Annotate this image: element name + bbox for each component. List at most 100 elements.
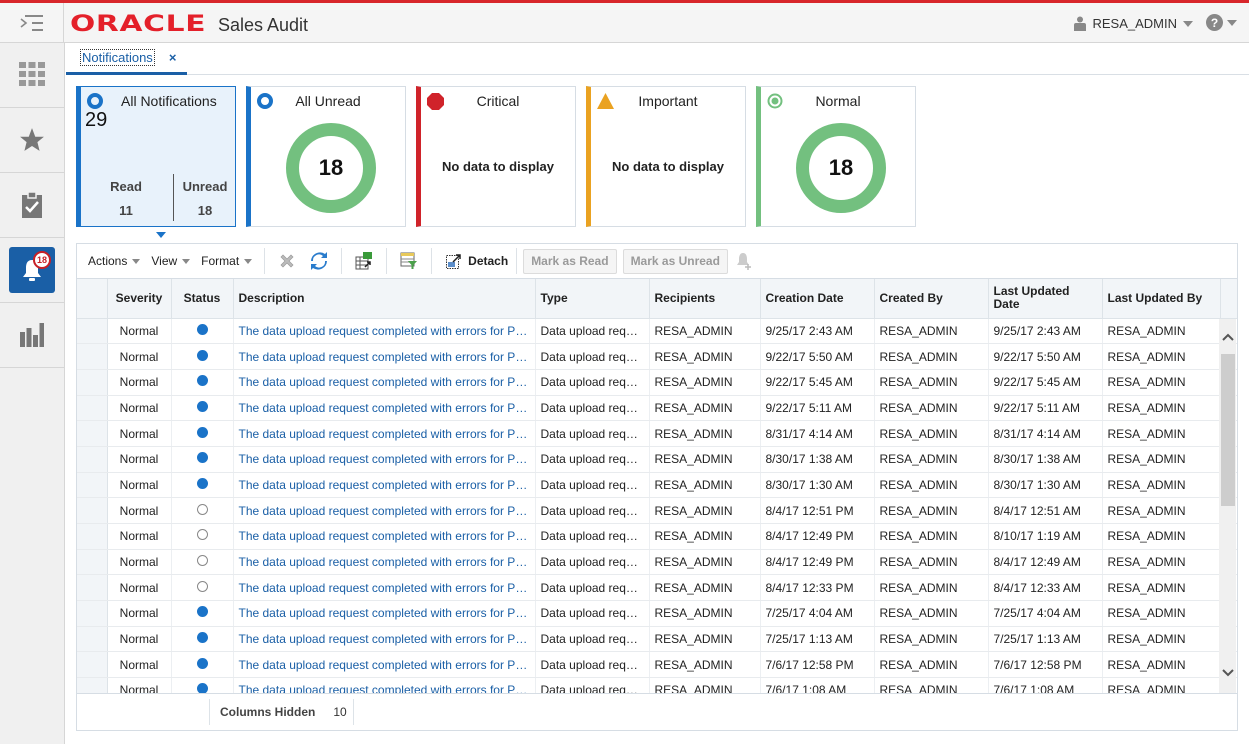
tile-important[interactable]: Important No data to display — [586, 86, 746, 227]
sidebar-item-notifications[interactable]: 18 — [0, 238, 64, 303]
read-status-icon[interactable] — [196, 555, 208, 567]
unread-status-icon[interactable] — [196, 375, 208, 387]
row-selector[interactable] — [77, 472, 108, 499]
detach-icon — [446, 254, 461, 269]
row-selector[interactable] — [77, 395, 108, 422]
read-status-icon[interactable] — [196, 580, 208, 592]
user-menu[interactable]: RESA_ADMIN — [1074, 16, 1193, 31]
vertical-scrollbar[interactable] — [1219, 319, 1236, 695]
cell-recipients: RESA_ADMIN — [649, 497, 761, 524]
sidebar-item-dashboards[interactable] — [0, 303, 64, 368]
row-selector[interactable] — [77, 549, 108, 576]
cell-description[interactable]: The data upload request completed with e… — [233, 318, 536, 345]
read-status-icon[interactable] — [196, 503, 208, 515]
table-row[interactable]: Normal The data upload request completed … — [77, 497, 1237, 524]
column-header-status[interactable]: Status — [171, 279, 234, 319]
cell-description[interactable]: The data upload request completed with e… — [233, 651, 536, 679]
row-selector[interactable] — [77, 343, 108, 370]
cell-description[interactable]: The data upload request completed with e… — [233, 420, 536, 447]
tile-all-notifications[interactable]: All Notifications 29 Read 11 Unread 18 — [76, 86, 236, 238]
column-header-creation-date[interactable]: Creation Date — [760, 279, 875, 319]
notifications-button[interactable]: 18 — [9, 247, 55, 293]
unread-status-icon[interactable] — [196, 323, 208, 335]
export-excel-button[interactable] — [351, 248, 377, 274]
column-header-last-updated-by[interactable]: Last Updated By — [1102, 279, 1221, 319]
row-selector[interactable] — [77, 497, 108, 524]
table-row[interactable]: Normal The data upload request completed … — [77, 574, 1237, 602]
tile-normal[interactable]: Normal 18 — [756, 86, 916, 227]
table-row[interactable]: Normal The data upload request completed … — [77, 651, 1237, 679]
row-selector[interactable] — [77, 626, 108, 653]
table-row[interactable]: Normal The data upload request completed … — [77, 549, 1237, 576]
close-tab-icon[interactable]: × — [169, 50, 177, 65]
help-menu[interactable]: ? — [1206, 14, 1237, 31]
navigator-menu-button[interactable] — [0, 3, 64, 43]
tab-notifications[interactable]: Notifications × — [66, 43, 187, 75]
delete-button[interactable] — [274, 248, 300, 274]
unread-status-icon[interactable] — [196, 477, 208, 489]
scroll-up-icon[interactable] — [1222, 333, 1234, 341]
row-selector[interactable] — [77, 318, 108, 345]
column-header-description[interactable]: Description — [233, 279, 536, 319]
refresh-button[interactable] — [306, 248, 332, 274]
table-row[interactable]: Normal The data upload request completed … — [77, 600, 1237, 627]
row-selector[interactable] — [77, 446, 108, 473]
cell-description[interactable]: The data upload request completed with e… — [233, 523, 536, 550]
tile-critical[interactable]: Critical No data to display — [416, 86, 576, 227]
column-header-recipients[interactable]: Recipients — [649, 279, 761, 319]
view-menu[interactable]: View — [151, 254, 191, 268]
actions-menu[interactable]: Actions — [88, 254, 141, 268]
unread-status-icon[interactable] — [196, 606, 208, 618]
column-header-last-updated-date[interactable]: Last Updated Date — [988, 279, 1103, 319]
table-row[interactable]: Normal The data upload request completed … — [77, 446, 1237, 473]
sidebar-item-tasks[interactable] — [0, 43, 64, 108]
row-selector[interactable] — [77, 600, 108, 627]
table-row[interactable]: Normal The data upload request completed … — [77, 523, 1237, 550]
cell-last-updated-by: RESA_ADMIN — [1102, 369, 1221, 396]
row-selector[interactable] — [77, 523, 108, 550]
detach-button[interactable]: Detach — [438, 253, 516, 269]
unread-status-icon[interactable] — [196, 657, 208, 669]
sidebar-item-reports[interactable] — [0, 173, 64, 238]
mark-as-unread-button[interactable]: Mark as Unread — [622, 248, 728, 274]
column-header-type[interactable]: Type — [535, 279, 650, 319]
unread-status-icon[interactable] — [196, 632, 208, 644]
format-menu[interactable]: Format — [201, 254, 253, 268]
cell-description[interactable]: The data upload request completed with e… — [233, 343, 536, 370]
subscribe-notification-button[interactable] — [731, 248, 757, 274]
column-header-severity[interactable]: Severity — [107, 279, 172, 319]
cell-description[interactable]: The data upload request completed with e… — [233, 497, 536, 524]
cell-description[interactable]: The data upload request completed with e… — [233, 600, 536, 627]
read-status-icon[interactable] — [196, 529, 208, 541]
sidebar-item-favorites[interactable] — [0, 108, 64, 173]
table-row[interactable]: Normal The data upload request completed … — [77, 420, 1237, 447]
table-row[interactable]: Normal The data upload request completed … — [77, 395, 1237, 422]
row-selector[interactable] — [77, 574, 108, 602]
scroll-down-icon[interactable] — [1222, 669, 1234, 677]
cell-description[interactable]: The data upload request completed with e… — [233, 626, 536, 653]
tab-label[interactable]: Notifications — [80, 49, 155, 66]
cell-description[interactable]: The data upload request completed with e… — [233, 574, 536, 602]
tile-all-unread[interactable]: All Unread 18 — [246, 86, 406, 227]
scrollbar-thumb[interactable] — [1221, 354, 1235, 506]
unread-status-icon[interactable] — [196, 349, 208, 361]
column-header-created-by[interactable]: Created By — [874, 279, 989, 319]
table-row[interactable]: Normal The data upload request completed … — [77, 318, 1237, 345]
row-selector[interactable] — [77, 369, 108, 396]
cell-description[interactable]: The data upload request completed with e… — [233, 472, 536, 499]
row-selector[interactable] — [77, 420, 108, 447]
unread-status-icon[interactable] — [196, 452, 208, 464]
unread-status-icon[interactable] — [196, 426, 208, 438]
cell-description[interactable]: The data upload request completed with e… — [233, 446, 536, 473]
row-selector[interactable] — [77, 651, 108, 679]
table-row[interactable]: Normal The data upload request completed … — [77, 472, 1237, 499]
cell-description[interactable]: The data upload request completed with e… — [233, 369, 536, 396]
unread-status-icon[interactable] — [196, 400, 208, 412]
table-row[interactable]: Normal The data upload request completed … — [77, 369, 1237, 396]
mark-as-read-button[interactable]: Mark as Read — [523, 248, 617, 274]
cell-description[interactable]: The data upload request completed with e… — [233, 549, 536, 576]
table-row[interactable]: Normal The data upload request completed … — [77, 626, 1237, 653]
query-by-example-button[interactable] — [396, 248, 422, 274]
table-row[interactable]: Normal The data upload request completed … — [77, 343, 1237, 370]
cell-description[interactable]: The data upload request completed with e… — [233, 395, 536, 422]
